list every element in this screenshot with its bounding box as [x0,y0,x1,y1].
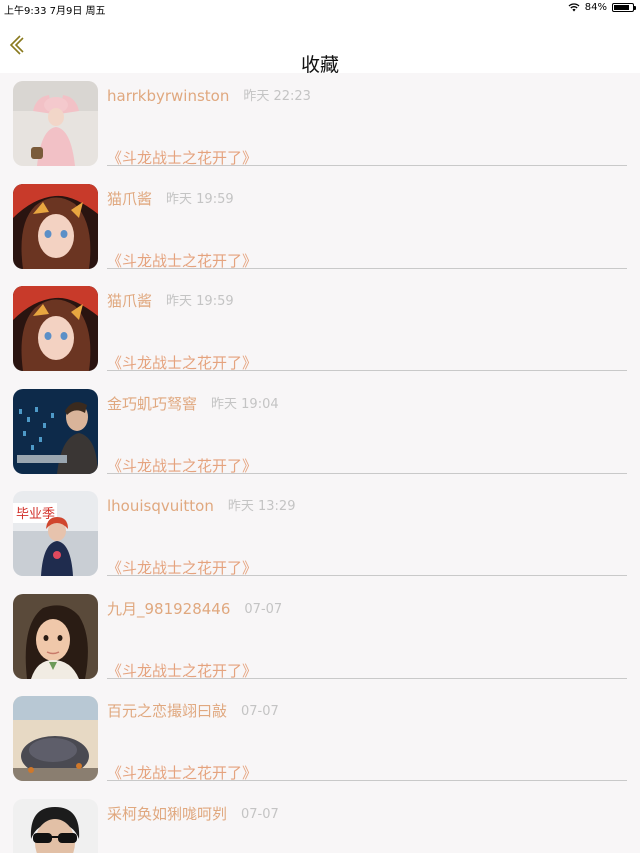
avatar[interactable] [13,81,98,166]
username: harrkbyrwinston 昨天 22:23 [107,85,311,105]
battery-percent: 84% [584,2,607,13]
favorite-title-link[interactable]: 《斗龙战士之花开了》 [107,557,627,577]
avatar[interactable] [13,388,98,474]
list-item[interactable]: 猫爪酱 昨天 19:59 《斗龙战士之花开了》 [0,176,640,279]
status-bar: 上午9:33 7月9日 周五 84% [0,0,640,17]
username-text: lhouisqvuitton [107,497,214,515]
username: lhouisqvuitton 昨天 13:29 [107,495,295,515]
username: 九月_981928446 07-07 [107,598,282,619]
username: 百元之恋撮翊曰敲 07-07 [107,700,279,721]
list-item[interactable]: 金巧虮巧驽窨 昨天 19:04 《斗龙战士之花开了》 [0,381,640,484]
username-text: 九月_981928446 [107,599,231,618]
timestamp: 07-07 [244,601,283,617]
favorite-title-link[interactable]: 《斗龙战士之花开了》 [107,762,627,782]
username-text: 猫爪酱 [107,292,153,310]
username-text: 百元之恋撮翊曰敲 [107,702,228,720]
avatar[interactable] [13,696,98,781]
list-item[interactable]: harrkbyrwinston 昨天 22:23 《斗龙战士之花开了》 [0,73,640,176]
list-item[interactable]: 毕业季 lhouisqvuitton 昨天 13:29 《斗龙战士之花开了》 [0,483,640,586]
avatar[interactable] [13,183,98,269]
favorite-title-link[interactable]: 《斗龙战士之花开了》 [107,660,627,680]
list-item[interactable]: 九月_981928446 07-07 《斗龙战士之花开了》 [0,586,640,689]
username: 猫爪酱 昨天 19:59 [107,188,234,209]
timestamp: 昨天 13:29 [227,499,296,514]
username-text: 猫爪酱 [107,189,153,208]
username-text: 采柯奂如猁哤呵刿 [107,804,228,823]
username: 猫爪酱 昨天 19:59 [107,290,234,311]
favorite-title-link[interactable]: 《斗龙战士之花开了》 [107,455,627,475]
list-item[interactable]: 猫爪酱 昨天 19:59 《斗龙战士之花开了》 [0,278,640,381]
timestamp: 昨天 19:04 [211,396,279,412]
favorite-title-link[interactable]: 《斗龙战士之花开了》 [107,147,627,167]
username-text: 金巧虮巧驽窨 [107,394,198,413]
timestamp: 昨天 22:23 [243,89,311,104]
battery-icon [612,3,636,12]
timestamp: 07-07 [241,806,279,822]
username: 采柯奂如猁哤呵刿 07-07 [107,803,279,824]
username-text: harrkbyrwinston [107,87,230,105]
navigation-bar: 收藏 [0,16,640,76]
timestamp: 昨天 19:59 [166,294,234,309]
list-item[interactable]: 采柯奂如猁哤呵刿 07-07 [0,791,640,853]
sign-text: 毕业季 [16,507,55,522]
avatar[interactable] [13,593,98,679]
favorite-title-link[interactable]: 《斗龙战士之花开了》 [107,250,627,270]
avatar[interactable] [13,286,98,371]
list-item[interactable]: 百元之恋撮翊曰敲 07-07 《斗龙战士之花开了》 [0,688,640,791]
avatar[interactable]: 毕业季 [13,491,98,576]
avatar[interactable] [13,798,98,853]
favorite-title-link[interactable]: 《斗龙战士之花开了》 [107,352,627,372]
favorites-list: harrkbyrwinston 昨天 22:23 《斗龙战士之花开了》 猫爪酱 昨天… [0,73,640,853]
wifi-icon [568,3,580,12]
username: 金巧虮巧驽窨 昨天 19:04 [107,393,279,414]
status-right: 84% [568,2,636,13]
timestamp: 07-07 [241,704,279,719]
timestamp: 昨天 19:59 [166,191,234,207]
status-time-date: 上午9:33 7月9日 周五 [4,6,106,17]
